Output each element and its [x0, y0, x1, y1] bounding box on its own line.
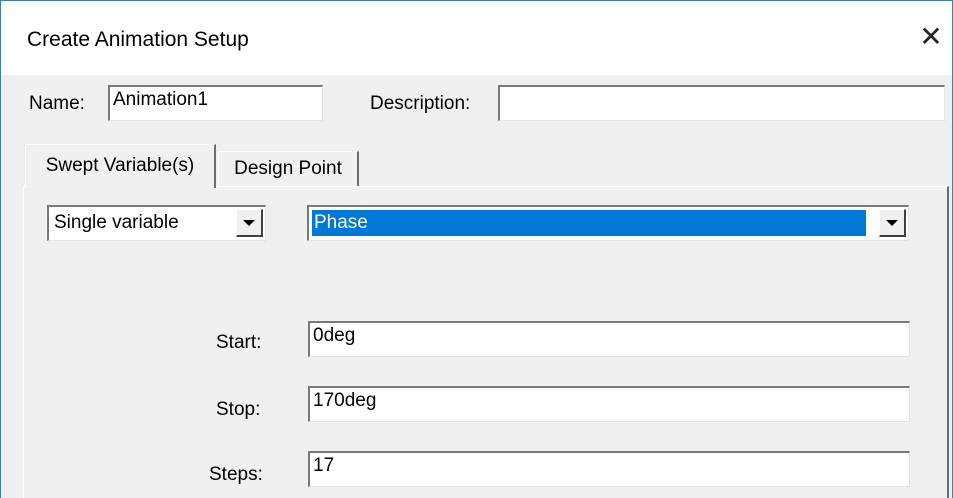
- description-input[interactable]: [498, 85, 945, 121]
- stop-input[interactable]: 170deg: [308, 386, 910, 422]
- create-animation-setup-dialog: Create Animation Setup ✕ Name: Animation…: [0, 0, 953, 498]
- dialog-title: Create Animation Setup: [27, 28, 249, 51]
- sweep-mode-select[interactable]: Single variable: [47, 205, 266, 241]
- stop-label: Stop:: [216, 399, 261, 420]
- sweep-variable-dropdown-button[interactable]: [879, 209, 906, 237]
- start-label: Start:: [216, 332, 262, 353]
- steps-label: Steps:: [209, 464, 263, 485]
- description-label: Description:: [370, 93, 471, 114]
- sweep-variable-select[interactable]: Phase: [307, 205, 909, 241]
- name-label: Name:: [29, 93, 85, 114]
- tab-swept-variables[interactable]: Swept Variable(s): [25, 144, 216, 188]
- sweep-mode-dropdown-button[interactable]: [236, 209, 263, 237]
- close-icon[interactable]: ✕: [914, 21, 948, 55]
- chevron-down-icon: [243, 220, 255, 226]
- title-bar[interactable]: Create Animation Setup ✕: [1, 1, 952, 75]
- sweep-variable-value: Phase: [312, 210, 866, 236]
- name-input[interactable]: Animation1: [108, 85, 323, 121]
- tab-design-point[interactable]: Design Point: [218, 151, 359, 186]
- chevron-down-icon: [886, 220, 898, 226]
- sweep-mode-value: Single variable: [54, 212, 179, 233]
- steps-input[interactable]: 17: [308, 451, 910, 487]
- start-input[interactable]: 0deg: [308, 321, 910, 357]
